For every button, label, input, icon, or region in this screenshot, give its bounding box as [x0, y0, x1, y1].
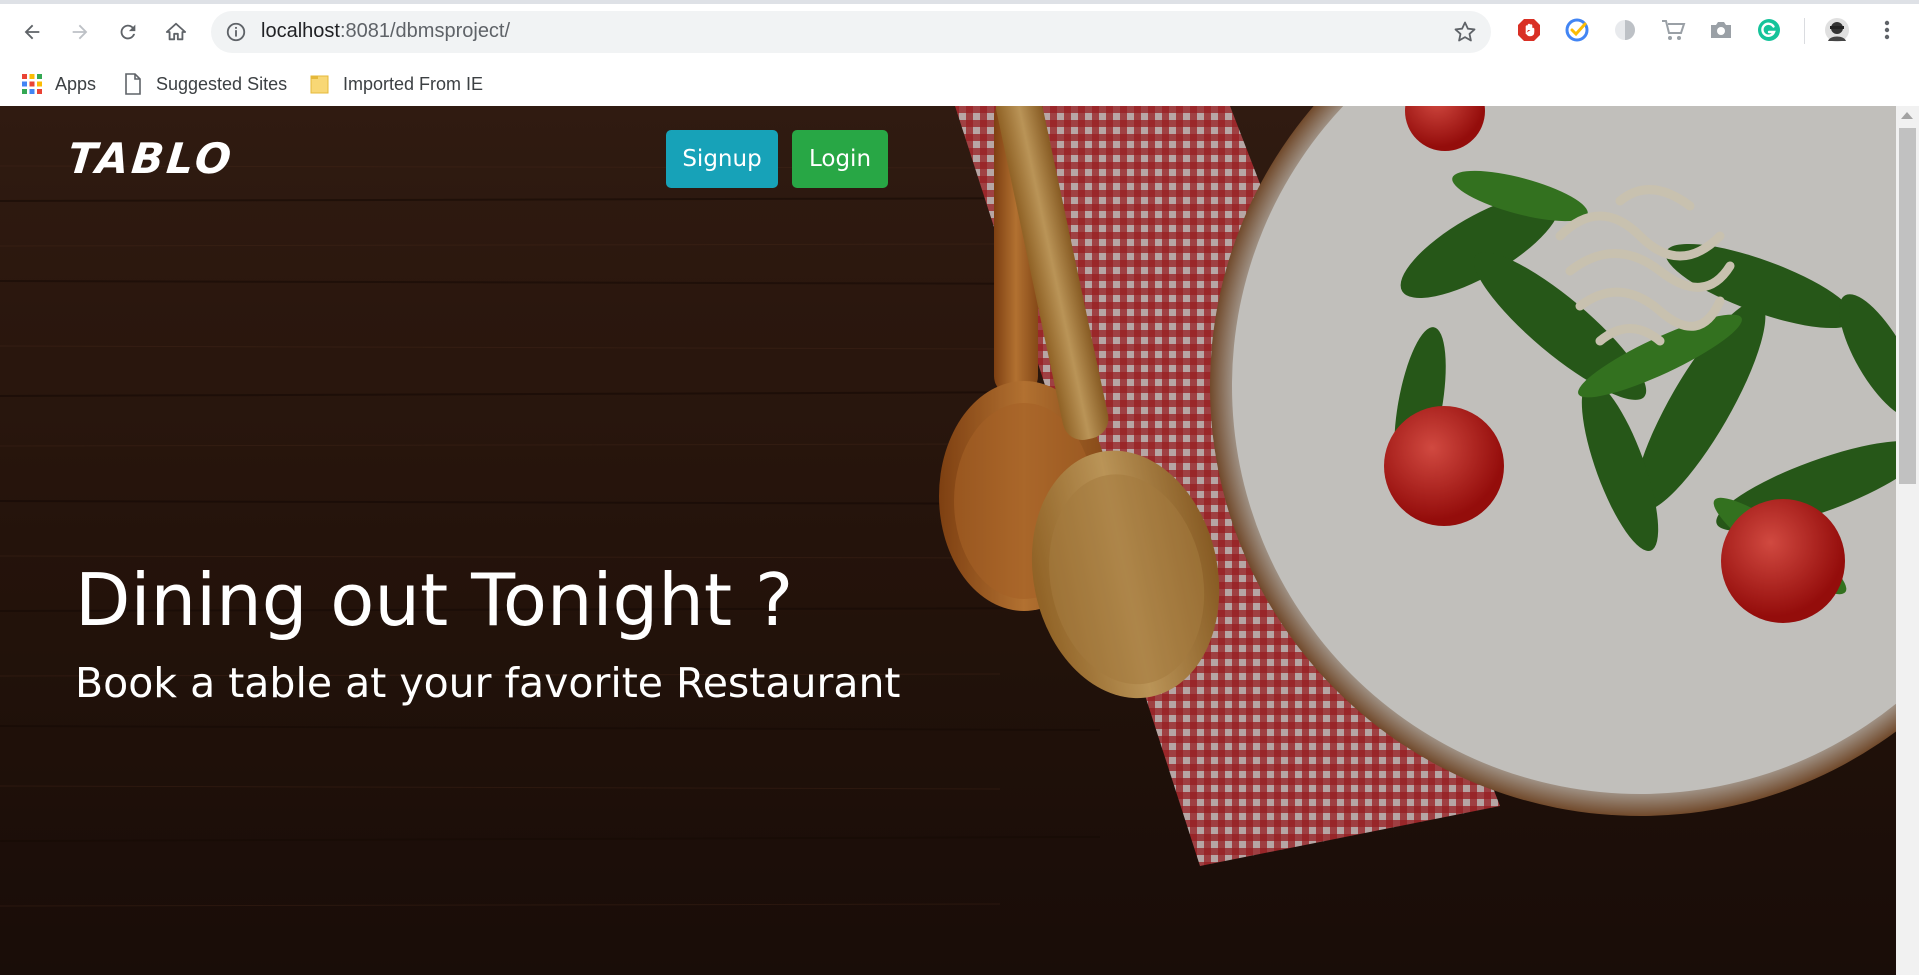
- reload-button[interactable]: [110, 14, 146, 50]
- cart-icon: [1662, 20, 1686, 40]
- bookmark-label: Suggested Sites: [156, 73, 288, 94]
- star-icon[interactable]: [1453, 20, 1477, 44]
- grammarly-extension[interactable]: [1756, 17, 1782, 43]
- address-bar[interactable]: localhost:8081/dbmsproject/: [211, 11, 1491, 53]
- forward-button[interactable]: [62, 14, 98, 50]
- tasks-icon: [1565, 18, 1589, 42]
- tasks-extension[interactable]: [1564, 17, 1590, 43]
- hero-background-image: [0, 106, 1896, 975]
- hero-headline: Dining out Tonight ?: [75, 558, 794, 642]
- bookmark-label: Apps: [55, 73, 97, 94]
- forward-icon: [72, 24, 88, 40]
- apps-grid-icon: [21, 73, 43, 95]
- reload-icon: [120, 24, 136, 40]
- menu-button[interactable]: [1874, 17, 1900, 43]
- page-icon: [122, 73, 144, 95]
- bookmarks-bar: Apps Suggested Sites Imported From IE: [0, 62, 1919, 107]
- extension-icon: [1615, 20, 1635, 40]
- bookmark-apps[interactable]: Apps: [21, 70, 96, 98]
- hero-subheadline: Book a table at your favorite Restaurant: [75, 659, 901, 707]
- page-scrollbar[interactable]: [1896, 106, 1919, 975]
- back-icon: [24, 24, 40, 40]
- tab-strip-edge: [0, 0, 1919, 4]
- cart-extension[interactable]: [1660, 17, 1686, 43]
- url-host: localhost: [261, 20, 340, 42]
- scroll-up-arrow-icon[interactable]: [1901, 112, 1913, 119]
- login-button[interactable]: Login: [792, 130, 888, 188]
- scrollbar-thumb[interactable]: [1899, 128, 1916, 484]
- menu-icon: [1884, 20, 1890, 40]
- hero-section: TABLO Signup Login Dining out Tonight ? …: [0, 106, 1896, 975]
- adblock-extension[interactable]: [1516, 17, 1542, 43]
- bookmark-imported-from-ie[interactable]: Imported From IE: [309, 70, 483, 98]
- info-icon[interactable]: [225, 21, 247, 43]
- page-viewport: TABLO Signup Login Dining out Tonight ? …: [0, 106, 1896, 975]
- url-path: /dbmsproject/: [390, 20, 511, 42]
- grey-extension[interactable]: [1612, 17, 1638, 43]
- bookmark-suggested-sites[interactable]: Suggested Sites: [122, 70, 287, 98]
- signup-button[interactable]: Signup: [666, 130, 778, 188]
- toolbar-divider: [1804, 18, 1805, 44]
- home-icon: [165, 22, 187, 41]
- grammarly-icon: [1758, 19, 1780, 41]
- back-button[interactable]: [14, 14, 50, 50]
- brand-logo[interactable]: TABLO: [65, 134, 236, 183]
- url-port: :8081: [339, 20, 390, 42]
- camera-icon: [1711, 22, 1731, 38]
- folder-icon: [309, 73, 331, 95]
- url-text[interactable]: localhost:8081/dbmsproject/: [261, 20, 510, 43]
- adblock-icon: [1518, 19, 1540, 41]
- camera-extension[interactable]: [1708, 17, 1734, 43]
- home-button[interactable]: [158, 14, 194, 50]
- profile-button[interactable]: [1824, 17, 1850, 43]
- browser-toolbar: localhost:8081/dbmsproject/: [0, 0, 1919, 62]
- profile-avatar: [1825, 18, 1849, 42]
- bookmark-label: Imported From IE: [343, 73, 484, 94]
